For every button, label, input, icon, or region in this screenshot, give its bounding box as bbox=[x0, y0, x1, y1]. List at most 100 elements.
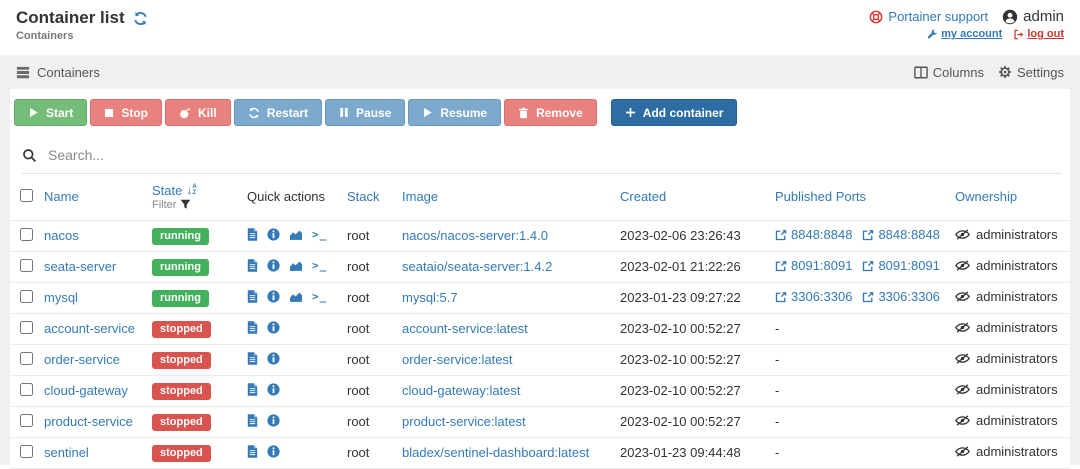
container-name-link[interactable]: order-service bbox=[44, 352, 120, 367]
row-checkbox[interactable] bbox=[20, 351, 33, 365]
image-link[interactable]: account-service:latest bbox=[402, 321, 528, 336]
stack-value: root bbox=[347, 321, 370, 336]
image-link[interactable]: cloud-gateway:latest bbox=[402, 383, 521, 398]
stats-icon[interactable] bbox=[289, 228, 303, 240]
inspect-icon[interactable] bbox=[267, 444, 280, 458]
eye-slash-icon bbox=[955, 228, 970, 241]
column-header-ownership[interactable]: Ownership bbox=[951, 174, 1070, 221]
eye-slash-icon bbox=[955, 383, 970, 396]
row-checkbox[interactable] bbox=[20, 289, 33, 303]
console-icon[interactable]: >_ bbox=[312, 259, 327, 272]
refresh-icon[interactable] bbox=[133, 11, 148, 26]
inspect-icon[interactable] bbox=[267, 289, 280, 303]
ownership-value: administrators bbox=[955, 227, 1058, 242]
created-value: 2023-02-10 00:52:27 bbox=[620, 321, 741, 336]
container-name-link[interactable]: mysql bbox=[44, 290, 78, 305]
ownership-value: administrators bbox=[955, 258, 1058, 273]
portainer-support-link[interactable]: Portainer support bbox=[869, 9, 988, 24]
logs-icon[interactable] bbox=[247, 289, 258, 303]
stop-button[interactable]: Stop bbox=[90, 99, 163, 126]
created-value: 2023-02-10 00:52:27 bbox=[620, 414, 741, 429]
no-ports-placeholder: - bbox=[775, 383, 780, 398]
inspect-icon[interactable] bbox=[267, 258, 280, 272]
published-port-link[interactable]: 8091:8091 bbox=[775, 258, 852, 273]
table-row: seata-server running >_ root seataio/sea… bbox=[10, 251, 1070, 282]
logs-icon[interactable] bbox=[247, 413, 258, 427]
row-checkbox[interactable] bbox=[20, 444, 33, 458]
logs-icon[interactable] bbox=[247, 351, 258, 365]
image-link[interactable]: order-service:latest bbox=[402, 352, 513, 367]
published-port-link[interactable]: 8848:8848 bbox=[775, 227, 852, 242]
restart-button[interactable]: Restart bbox=[233, 99, 323, 126]
select-all-checkbox[interactable] bbox=[20, 188, 33, 202]
image-link[interactable]: mysql:5.7 bbox=[402, 290, 458, 305]
state-badge: stopped bbox=[152, 413, 211, 431]
column-header-name[interactable]: Name bbox=[40, 174, 148, 221]
column-header-quick-actions: Quick actions bbox=[243, 174, 343, 221]
inspect-icon[interactable] bbox=[267, 320, 280, 334]
row-checkbox[interactable] bbox=[20, 320, 33, 334]
column-header-image[interactable]: Image bbox=[398, 174, 616, 221]
container-name-link[interactable]: product-service bbox=[44, 414, 133, 429]
image-link[interactable]: seataio/seata-server:1.4.2 bbox=[402, 259, 552, 274]
life-ring-icon bbox=[869, 10, 883, 24]
image-link[interactable]: product-service:latest bbox=[402, 414, 526, 429]
table-row: order-service stopped root order-service… bbox=[10, 344, 1070, 375]
column-header-created[interactable]: Created bbox=[616, 174, 771, 221]
inspect-icon[interactable] bbox=[267, 351, 280, 365]
container-name-link[interactable]: account-service bbox=[44, 321, 135, 336]
logs-icon[interactable] bbox=[247, 258, 258, 272]
created-value: 2023-02-10 00:52:27 bbox=[620, 383, 741, 398]
inspect-icon[interactable] bbox=[267, 227, 280, 241]
pause-button[interactable]: Pause bbox=[325, 99, 406, 126]
column-header-published-ports[interactable]: Published Ports bbox=[771, 174, 951, 221]
kill-button[interactable]: Kill bbox=[165, 99, 231, 126]
column-header-state[interactable]: State ↓ A Z Filter bbox=[148, 174, 243, 221]
row-checkbox[interactable] bbox=[20, 258, 33, 272]
published-port-link[interactable]: 8848:8848 bbox=[862, 227, 940, 242]
eye-slash-icon bbox=[955, 414, 970, 427]
published-port-link[interactable]: 3306:3306 bbox=[775, 289, 852, 304]
logs-icon[interactable] bbox=[247, 444, 258, 458]
external-link-icon bbox=[862, 260, 874, 272]
inspect-icon[interactable] bbox=[267, 382, 280, 396]
row-checkbox[interactable] bbox=[20, 382, 33, 396]
console-icon[interactable]: >_ bbox=[312, 228, 327, 241]
log-out-link[interactable]: log out bbox=[1013, 28, 1064, 40]
published-port-link[interactable]: 3306:3306 bbox=[862, 289, 940, 304]
container-name-link[interactable]: cloud-gateway bbox=[44, 383, 128, 398]
resume-button[interactable]: Resume bbox=[408, 99, 502, 126]
logs-icon[interactable] bbox=[247, 320, 258, 334]
published-port-link[interactable]: 8091:8091 bbox=[862, 258, 940, 273]
row-checkbox[interactable] bbox=[20, 227, 33, 241]
stats-icon[interactable] bbox=[289, 290, 303, 302]
container-name-link[interactable]: sentinel bbox=[44, 445, 89, 460]
stats-icon[interactable] bbox=[289, 259, 303, 271]
restart-icon bbox=[248, 107, 260, 119]
containers-widget: Start Stop Kill Restart Pause Resume Remove Add… bbox=[10, 89, 1070, 469]
inspect-icon[interactable] bbox=[267, 413, 280, 427]
remove-button[interactable]: Remove bbox=[504, 99, 597, 126]
created-value: 2023-01-23 09:27:22 bbox=[620, 290, 741, 305]
logs-icon[interactable] bbox=[247, 227, 258, 241]
filter-icon[interactable] bbox=[180, 199, 191, 210]
start-button[interactable]: Start bbox=[14, 99, 88, 126]
image-link[interactable]: bladex/sentinel-dashboard:latest bbox=[402, 445, 589, 460]
columns-button[interactable]: Columns bbox=[913, 65, 984, 80]
column-header-stack[interactable]: Stack bbox=[343, 174, 398, 221]
external-link-icon bbox=[775, 260, 787, 272]
external-link-icon bbox=[775, 229, 787, 241]
image-link[interactable]: nacos/nacos-server:1.4.0 bbox=[402, 228, 548, 243]
container-name-link[interactable]: seata-server bbox=[44, 259, 116, 274]
logs-icon[interactable] bbox=[247, 382, 258, 396]
search-input[interactable] bbox=[46, 146, 1062, 164]
my-account-link[interactable]: my account bbox=[927, 28, 1002, 40]
add-container-button[interactable]: Add container bbox=[610, 99, 738, 126]
eye-slash-icon bbox=[955, 352, 970, 365]
user-menu[interactable]: admin bbox=[1002, 8, 1064, 25]
settings-button[interactable]: Settings bbox=[998, 65, 1064, 80]
pause-icon bbox=[339, 107, 349, 118]
container-name-link[interactable]: nacos bbox=[44, 228, 79, 243]
console-icon[interactable]: >_ bbox=[312, 290, 327, 303]
row-checkbox[interactable] bbox=[20, 413, 33, 427]
